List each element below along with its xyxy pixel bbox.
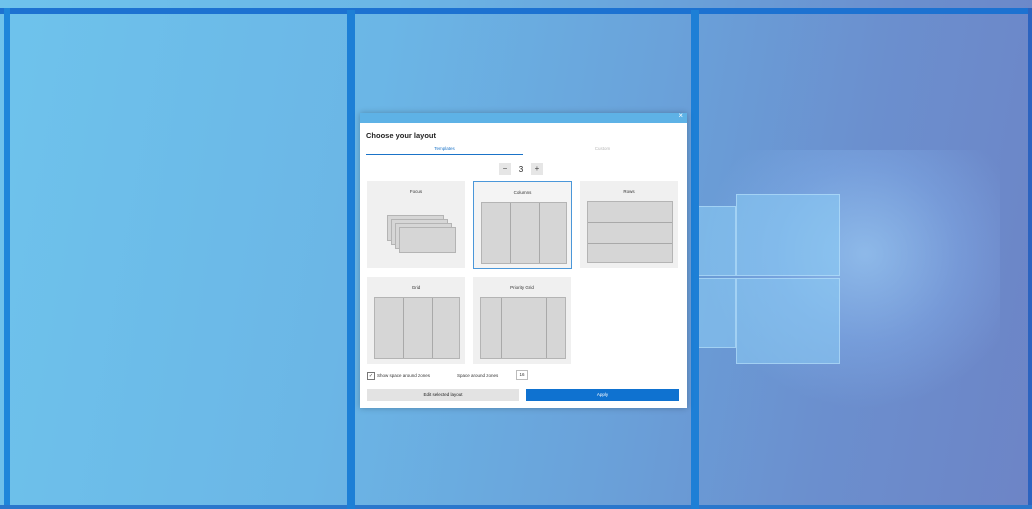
zone-top-border (0, 8, 1032, 14)
decrement-button[interactable]: − (499, 163, 511, 175)
zone-count-stepper: − 3 + (499, 162, 543, 176)
columns-preview (481, 202, 567, 264)
zone-bottom-border (0, 505, 1032, 509)
tab-custom[interactable]: Custom (524, 146, 681, 151)
layout-tabs: Templates Custom (366, 146, 681, 156)
zone-divider-1 (347, 10, 355, 509)
layout-card-label: Priority Grid (510, 285, 534, 290)
layout-card-label: Columns (513, 190, 532, 195)
dialog-titlebar: × (360, 111, 687, 123)
layout-card-label: Grid (411, 285, 421, 290)
close-icon[interactable]: × (678, 111, 683, 120)
tab-templates[interactable]: Templates (366, 146, 523, 155)
apply-button[interactable]: Apply (526, 389, 679, 401)
focus-window-preview (399, 227, 456, 253)
windows-logo-icon (698, 188, 840, 368)
zone-right-border (1028, 8, 1032, 509)
show-space-label: Show space around zones (377, 373, 431, 378)
zone-left-border (4, 8, 10, 509)
zone-count-value: 3 (518, 164, 524, 174)
layout-editor-dialog: × Choose your layout Templates Custom − … (360, 111, 687, 408)
space-around-zones-input[interactable]: 16 (516, 370, 528, 380)
layout-card-columns[interactable]: Columns (473, 181, 572, 269)
layout-card-focus[interactable]: Focus (367, 181, 465, 268)
grid-preview (374, 297, 460, 359)
layout-card-rows[interactable]: Rows (580, 181, 678, 268)
edit-selected-layout-button[interactable]: Edit selected layout (367, 389, 519, 401)
show-space-checkbox[interactable]: ✓ (367, 372, 375, 380)
priority-grid-preview (480, 297, 566, 359)
space-around-zones-label: Space around zones (457, 373, 499, 378)
dialog-title: Choose your layout (366, 131, 437, 140)
layout-card-label: Focus (409, 189, 423, 194)
layout-card-priority-grid[interactable]: Priority Grid (473, 277, 571, 364)
layout-card-grid[interactable]: Grid (367, 277, 465, 364)
increment-button[interactable]: + (531, 163, 543, 175)
rows-preview (587, 201, 673, 263)
zone-divider-2 (691, 10, 699, 509)
layout-card-label: Rows (623, 189, 635, 194)
